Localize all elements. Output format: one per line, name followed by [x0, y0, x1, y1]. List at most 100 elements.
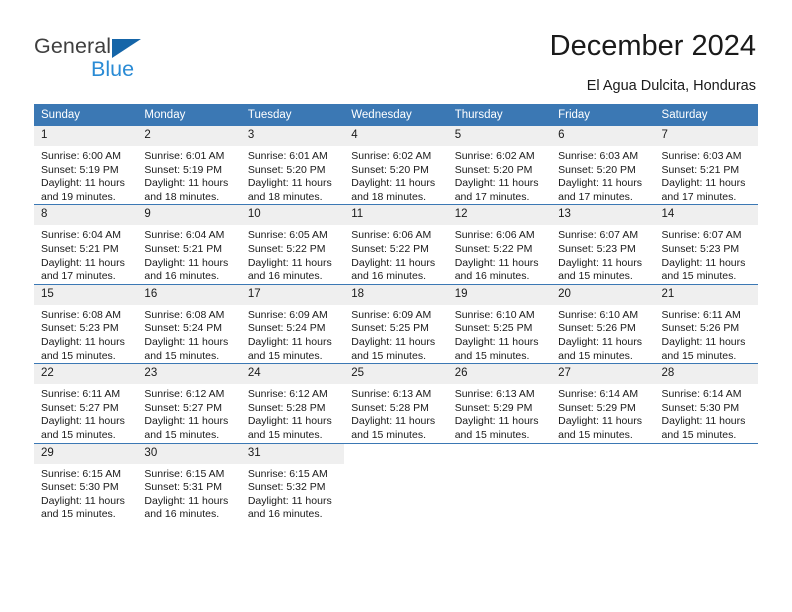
day-details: Sunrise: 6:03 AM Sunset: 5:21 PM Dayligh… — [655, 146, 758, 204]
sunrise-text: Sunrise: 6:04 AM — [144, 229, 225, 242]
sunrise-text: Sunrise: 6:01 AM — [247, 150, 328, 162]
day-cell[interactable]: 26 Sunrise: 6:13 AM Sunset: 5:29 PM Dayl… — [447, 363, 552, 443]
daylight-text-line2: and 19 minutes. — [41, 190, 116, 203]
page-title: December 2024 — [549, 30, 756, 62]
daylight-text-line2: and 15 minutes. — [144, 428, 220, 441]
daylight-text-line2: and 18 minutes. — [144, 190, 220, 203]
sunset-text: Sunset: 5:22 PM — [454, 242, 533, 255]
day-cell[interactable]: 3 Sunrise: 6:01 AM Sunset: 5:20 PM Dayli… — [240, 126, 345, 205]
day-number: 10 — [240, 205, 345, 226]
day-cell[interactable]: 1 Sunrise: 6:00 AM Sunset: 5:19 PM Dayli… — [34, 126, 138, 205]
day-details: Sunrise: 6:11 AM Sunset: 5:27 PM Dayligh… — [34, 384, 137, 442]
logo-text-general: General — [34, 34, 112, 58]
sunset-text: Sunset: 5:21 PM — [661, 163, 740, 176]
daylight-text-line1: Daylight: 11 hours — [41, 256, 125, 269]
day-cell[interactable]: 31 Sunrise: 6:15 AM Sunset: 5:32 PM Dayl… — [240, 442, 345, 522]
day-cell[interactable]: 2 Sunrise: 6:01 AM Sunset: 5:19 PM Dayli… — [137, 126, 241, 205]
day-number: 12 — [447, 205, 552, 226]
day-cell[interactable]: 16 Sunrise: 6:08 AM Sunset: 5:24 PM Dayl… — [137, 283, 241, 364]
daylight-text-line2: and 15 minutes. — [41, 428, 116, 441]
sunrise-text: Sunrise: 6:08 AM — [41, 308, 121, 321]
day-details: Sunrise: 6:04 AM Sunset: 5:21 PM Dayligh… — [34, 225, 137, 283]
daylight-text-line2: and 15 minutes. — [558, 349, 633, 362]
day-cell[interactable]: 28 Sunrise: 6:14 AM Sunset: 5:30 PM Dayl… — [654, 363, 758, 443]
day-cell[interactable]: 4 Sunrise: 6:02 AM Sunset: 5:20 PM Dayli… — [344, 126, 448, 205]
sunrise-text: Sunrise: 6:01 AM — [144, 150, 225, 162]
sunrise-text: Sunrise: 6:00 AM — [41, 150, 121, 162]
weekday-header-tuesday: Tuesday — [240, 104, 345, 126]
weekday-header-wednesday: Wednesday — [344, 104, 448, 126]
sunset-text: Sunset: 5:21 PM — [41, 242, 119, 255]
day-cell[interactable]: 18 Sunrise: 6:09 AM Sunset: 5:25 PM Dayl… — [344, 283, 448, 364]
day-cell[interactable]: 6 Sunrise: 6:03 AM Sunset: 5:20 PM Dayli… — [551, 126, 655, 205]
day-details: Sunrise: 6:09 AM Sunset: 5:25 PM Dayligh… — [344, 305, 447, 363]
daylight-text-line2: and 15 minutes. — [661, 428, 737, 441]
day-cell[interactable]: 9 Sunrise: 6:04 AM Sunset: 5:21 PM Dayli… — [137, 204, 241, 285]
daylight-text-line1: Daylight: 11 hours — [351, 177, 436, 190]
sunset-text: Sunset: 5:20 PM — [454, 163, 533, 176]
daylight-text-line1: Daylight: 11 hours — [144, 494, 229, 507]
day-cell[interactable]: 17 Sunrise: 6:09 AM Sunset: 5:24 PM Dayl… — [240, 283, 345, 364]
daylight-text-line1: Daylight: 11 hours — [661, 415, 746, 428]
weekday-header-monday: Monday — [137, 104, 241, 126]
daylight-text-line2: and 15 minutes. — [41, 508, 116, 521]
sunset-text: Sunset: 5:19 PM — [41, 163, 119, 176]
sunset-text: Sunset: 5:20 PM — [247, 163, 326, 176]
sunrise-text: Sunrise: 6:09 AM — [351, 308, 432, 321]
daylight-text-line1: Daylight: 11 hours — [351, 415, 436, 428]
day-cell[interactable]: 5 Sunrise: 6:02 AM Sunset: 5:20 PM Dayli… — [447, 126, 552, 205]
day-number: 23 — [137, 364, 241, 385]
day-cell[interactable]: 25 Sunrise: 6:13 AM Sunset: 5:28 PM Dayl… — [344, 363, 448, 443]
day-details: Sunrise: 6:06 AM Sunset: 5:22 PM Dayligh… — [344, 225, 447, 283]
day-number: 9 — [137, 205, 241, 226]
daylight-text-line1: Daylight: 11 hours — [144, 335, 229, 348]
day-number: 2 — [137, 126, 241, 146]
day-cell[interactable]: 10 Sunrise: 6:05 AM Sunset: 5:22 PM Dayl… — [240, 204, 345, 285]
day-cell[interactable]: 14 Sunrise: 6:07 AM Sunset: 5:23 PM Dayl… — [654, 204, 758, 285]
daylight-text-line1: Daylight: 11 hours — [247, 256, 332, 269]
day-number: 28 — [654, 364, 758, 385]
day-details: Sunrise: 6:00 AM Sunset: 5:19 PM Dayligh… — [34, 146, 137, 204]
day-cell[interactable]: 30 Sunrise: 6:15 AM Sunset: 5:31 PM Dayl… — [137, 442, 241, 522]
sunrise-text: Sunrise: 6:15 AM — [41, 467, 121, 480]
day-cell[interactable]: 8 Sunrise: 6:04 AM Sunset: 5:21 PM Dayli… — [34, 204, 138, 285]
sunrise-text: Sunrise: 6:08 AM — [144, 308, 225, 321]
daylight-text-line2: and 17 minutes. — [558, 190, 633, 203]
generalblue-logo[interactable]: General Blue — [34, 34, 214, 86]
sunrise-text: Sunrise: 6:15 AM — [144, 467, 225, 480]
sunset-text: Sunset: 5:30 PM — [41, 481, 119, 494]
day-details: Sunrise: 6:15 AM Sunset: 5:32 PM Dayligh… — [241, 464, 344, 522]
sunrise-text: Sunrise: 6:13 AM — [454, 388, 535, 401]
day-cell[interactable]: 22 Sunrise: 6:11 AM Sunset: 5:27 PM Dayl… — [34, 363, 138, 443]
weekday-header-saturday: Saturday — [654, 104, 758, 126]
day-cell[interactable]: 7 Sunrise: 6:03 AM Sunset: 5:21 PM Dayli… — [654, 126, 758, 205]
day-cell[interactable]: 13 Sunrise: 6:07 AM Sunset: 5:23 PM Dayl… — [551, 204, 655, 285]
sunset-text: Sunset: 5:32 PM — [247, 481, 326, 494]
daylight-text-line1: Daylight: 11 hours — [558, 177, 642, 190]
daylight-text-line1: Daylight: 11 hours — [351, 335, 436, 348]
day-cell[interactable]: 23 Sunrise: 6:12 AM Sunset: 5:27 PM Dayl… — [137, 363, 241, 443]
day-cell[interactable]: 20 Sunrise: 6:10 AM Sunset: 5:26 PM Dayl… — [551, 283, 655, 364]
day-details: Sunrise: 6:02 AM Sunset: 5:20 PM Dayligh… — [448, 146, 551, 204]
day-cell[interactable]: 11 Sunrise: 6:06 AM Sunset: 5:22 PM Dayl… — [344, 204, 448, 285]
day-cell-empty — [551, 442, 655, 522]
day-details: Sunrise: 6:10 AM Sunset: 5:25 PM Dayligh… — [448, 305, 551, 363]
day-cell[interactable]: 29 Sunrise: 6:15 AM Sunset: 5:30 PM Dayl… — [34, 442, 138, 522]
sunset-text: Sunset: 5:26 PM — [558, 322, 636, 335]
day-cell[interactable]: 27 Sunrise: 6:14 AM Sunset: 5:29 PM Dayl… — [551, 363, 655, 443]
daylight-text-line2: and 15 minutes. — [41, 349, 116, 362]
day-cell[interactable]: 24 Sunrise: 6:12 AM Sunset: 5:28 PM Dayl… — [240, 363, 345, 443]
day-cell[interactable]: 21 Sunrise: 6:11 AM Sunset: 5:26 PM Dayl… — [654, 283, 758, 364]
sunrise-text: Sunrise: 6:10 AM — [454, 308, 535, 321]
daylight-text-line2: and 15 minutes. — [454, 349, 530, 362]
daylight-text-line1: Daylight: 11 hours — [247, 177, 332, 190]
sunset-text: Sunset: 5:27 PM — [144, 401, 223, 414]
day-number — [344, 443, 448, 464]
day-number: 5 — [447, 126, 552, 146]
day-cell[interactable]: 12 Sunrise: 6:06 AM Sunset: 5:22 PM Dayl… — [447, 204, 552, 285]
daylight-text-line1: Daylight: 11 hours — [41, 177, 125, 190]
day-cell[interactable]: 19 Sunrise: 6:10 AM Sunset: 5:25 PM Dayl… — [447, 283, 552, 364]
day-cell[interactable]: 15 Sunrise: 6:08 AM Sunset: 5:23 PM Dayl… — [34, 283, 138, 364]
sunrise-text: Sunrise: 6:02 AM — [454, 150, 535, 162]
sunset-text: Sunset: 5:31 PM — [144, 481, 223, 494]
